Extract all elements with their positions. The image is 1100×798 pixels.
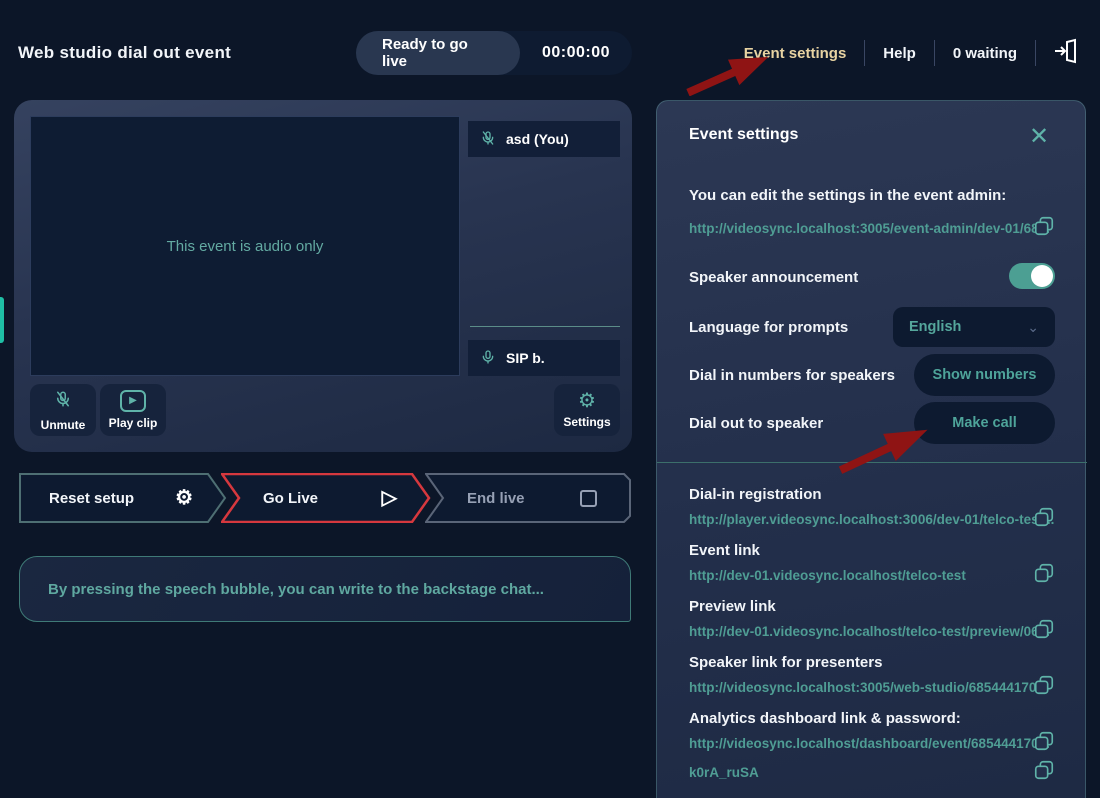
go-live-button[interactable]: Go Live ▷ — [221, 473, 431, 523]
language-dropdown[interactable]: English ⌄ — [893, 307, 1055, 347]
end-live-label: End live — [467, 490, 525, 507]
top-navigation: Event settings Help 0 waiting — [726, 38, 1086, 68]
unmute-label: Unmute — [41, 418, 86, 432]
play-clip-label: Play clip — [109, 416, 158, 430]
nav-help[interactable]: Help — [865, 45, 934, 62]
copy-icon[interactable] — [1033, 618, 1055, 645]
reset-setup-label: Reset setup — [49, 490, 134, 507]
copy-icon[interactable] — [1033, 506, 1055, 533]
nav-waiting-count[interactable]: 0 waiting — [935, 45, 1035, 62]
link-label: Preview link — [689, 598, 776, 615]
status-pill: Ready to go live 00:00:00 — [356, 31, 632, 75]
reset-setup-button[interactable]: Reset setup ⚙ — [19, 473, 227, 523]
gear-icon: ⚙ — [578, 391, 596, 411]
participant-name: asd (You) — [506, 131, 569, 147]
show-numbers-label: Show numbers — [933, 367, 1037, 383]
participant-tile: asd (You) — [468, 121, 620, 157]
participant-tile: SIP b. — [468, 340, 620, 376]
link-label: Event link — [689, 542, 760, 559]
language-value: English — [909, 319, 961, 335]
end-live-button[interactable]: End live — [425, 473, 631, 523]
copy-icon[interactable] — [1033, 215, 1055, 242]
dial-out-label: Dial out to speaker — [689, 415, 823, 432]
chat-placeholder: By pressing the speech bubble, you can w… — [48, 581, 544, 598]
backstage-chat-input[interactable]: By pressing the speech bubble, you can w… — [19, 556, 631, 622]
dial-in-label: Dial in numbers for speakers — [689, 367, 895, 384]
link-url[interactable]: http://dev-01.videosync.localhost/telco-… — [689, 624, 1050, 639]
page-title: Web studio dial out event — [18, 43, 231, 63]
participant-divider — [470, 326, 620, 327]
status-label: Ready to go live — [356, 31, 520, 75]
admin-note: You can edit the settings in the event a… — [689, 187, 1006, 204]
video-area: This event is audio only — [30, 116, 460, 376]
make-call-button[interactable]: Make call — [914, 402, 1055, 444]
sidebar-edge-handle[interactable] — [0, 297, 4, 343]
play-icon: ▷ — [382, 488, 397, 508]
admin-link[interactable]: http://videosync.localhost:3005/event-ad… — [689, 221, 1019, 236]
timer: 00:00:00 — [520, 44, 632, 62]
link-label: Analytics dashboard link & password: — [689, 710, 961, 727]
speaker-announcement-label: Speaker announcement — [689, 269, 858, 286]
settings-label: Settings — [563, 415, 610, 429]
copy-icon[interactable] — [1033, 562, 1055, 589]
audio-only-message: This event is audio only — [167, 238, 324, 255]
web-studio-app: Web studio dial out event Ready to go li… — [0, 0, 1100, 798]
stop-icon — [580, 490, 597, 507]
link-url[interactable]: http://player.videosync.localhost:3006/d… — [689, 512, 1054, 527]
copy-icon[interactable] — [1033, 674, 1055, 701]
close-icon[interactable]: ✕ — [1029, 125, 1049, 149]
link-url[interactable]: http://videosync.localhost:3005/web-stud… — [689, 680, 1048, 695]
link-url[interactable]: http://videosync.localhost/dashboard/eve… — [689, 736, 1050, 751]
event-settings-panel: Event settings ✕ You can edit the settin… — [656, 100, 1086, 798]
copy-icon[interactable] — [1033, 730, 1055, 757]
play-clip-icon: ▶ — [120, 390, 146, 412]
link-label: Dial-in registration — [689, 486, 822, 503]
language-label: Language for prompts — [689, 319, 848, 336]
participant-name: SIP b. — [506, 350, 545, 366]
link-url[interactable]: http://dev-01.videosync.localhost/telco-… — [689, 568, 966, 583]
stage-settings-button[interactable]: ⚙ Settings — [554, 384, 620, 436]
show-numbers-button[interactable]: Show numbers — [914, 354, 1055, 396]
dashboard-password[interactable]: k0rA_ruSA — [689, 765, 759, 780]
section-divider — [657, 462, 1087, 463]
gear-icon: ⚙ — [175, 488, 193, 508]
mic-muted-icon — [54, 389, 72, 414]
go-live-label: Go Live — [263, 490, 318, 507]
link-label: Speaker link for presenters — [689, 654, 882, 671]
panel-title: Event settings — [689, 126, 798, 144]
leave-event-icon[interactable] — [1036, 38, 1086, 68]
mic-muted-icon — [480, 129, 496, 150]
speaker-announcement-toggle[interactable] — [1009, 263, 1055, 289]
chevron-down-icon: ⌄ — [1027, 319, 1039, 336]
unmute-button[interactable]: Unmute — [30, 384, 96, 436]
copy-icon[interactable] — [1033, 759, 1055, 786]
make-call-label: Make call — [952, 415, 1017, 431]
nav-event-settings[interactable]: Event settings — [726, 45, 865, 62]
mic-icon — [480, 348, 496, 369]
play-clip-button[interactable]: ▶ Play clip — [100, 384, 166, 436]
toggle-knob — [1031, 265, 1053, 287]
